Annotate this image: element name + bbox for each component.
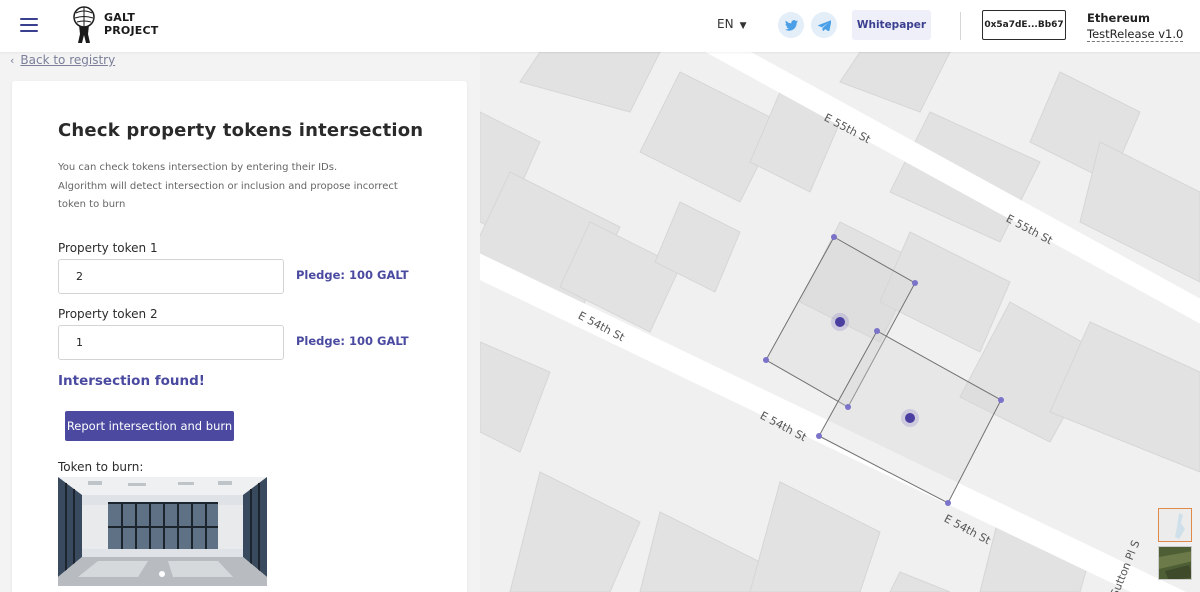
property-marker-1[interactable]	[831, 313, 849, 331]
property-marker-2[interactable]	[901, 409, 919, 427]
telegram-icon	[817, 19, 831, 31]
logo-line2: PROJECT	[104, 24, 159, 37]
satellite-preview-icon	[1159, 547, 1191, 579]
language-selector[interactable]: EN ▼	[717, 17, 746, 31]
chevron-left-icon: ‹	[10, 54, 15, 67]
map-preview-icon	[1159, 509, 1191, 541]
token1-input[interactable]	[58, 259, 284, 294]
network-release-link[interactable]: TestRelease v1.0	[1087, 27, 1184, 42]
caret-down-icon: ▼	[739, 21, 747, 31]
wallet-address-button[interactable]: 0x5a7dE...Bb67	[982, 10, 1066, 40]
map-style-toggle-satellite[interactable]	[1158, 546, 1192, 580]
logo-line1: GALT	[104, 11, 136, 24]
intersection-result: Intersection found!	[58, 373, 205, 389]
top-header: GALT PROJECT EN ▼ Whitepaper 0x5a7dE...Bb…	[0, 0, 1200, 52]
report-and-burn-button[interactable]: Report intersection and burn	[65, 411, 234, 441]
description-line1: You can check tokens intersection by ent…	[58, 162, 338, 173]
logo-text[interactable]: GALT PROJECT	[104, 11, 158, 37]
property-photo[interactable]	[58, 477, 267, 586]
carousel-dot[interactable]	[159, 571, 165, 577]
token-to-burn-label: Token to burn:	[58, 460, 144, 474]
whitepaper-button[interactable]: Whitepaper	[852, 10, 931, 40]
map-view[interactable]: E 55th St E 55th St E 54th St E 54th St …	[480, 52, 1200, 592]
twitter-button[interactable]	[778, 12, 804, 38]
language-value: EN	[717, 17, 734, 31]
page-title: Check property tokens intersection	[58, 120, 424, 141]
token2-label: Property token 2	[58, 307, 158, 321]
intersection-form-card: Check property tokens intersection You c…	[12, 81, 467, 592]
token2-input[interactable]	[58, 325, 284, 360]
twitter-icon	[784, 19, 798, 31]
token1-label: Property token 1	[58, 241, 158, 255]
header-divider	[960, 12, 961, 40]
network-name: Ethereum	[1087, 11, 1150, 25]
network-info: Ethereum TestRelease v1.0	[1087, 10, 1184, 42]
back-to-registry-link[interactable]: ‹ Back to registry	[10, 53, 115, 67]
form-description: You can check tokens intersection by ent…	[58, 159, 428, 215]
atlas-logo-icon[interactable]	[70, 6, 98, 44]
hamburger-menu-icon[interactable]	[20, 18, 38, 32]
telegram-button[interactable]	[811, 12, 837, 38]
description-line2: Algorithm will detect intersection or in…	[58, 180, 398, 211]
map-style-toggle-default[interactable]	[1158, 508, 1192, 542]
token2-pledge: Pledge: 100 GALT	[296, 334, 409, 348]
back-link-label: Back to registry	[20, 53, 116, 67]
token1-pledge: Pledge: 100 GALT	[296, 268, 409, 282]
